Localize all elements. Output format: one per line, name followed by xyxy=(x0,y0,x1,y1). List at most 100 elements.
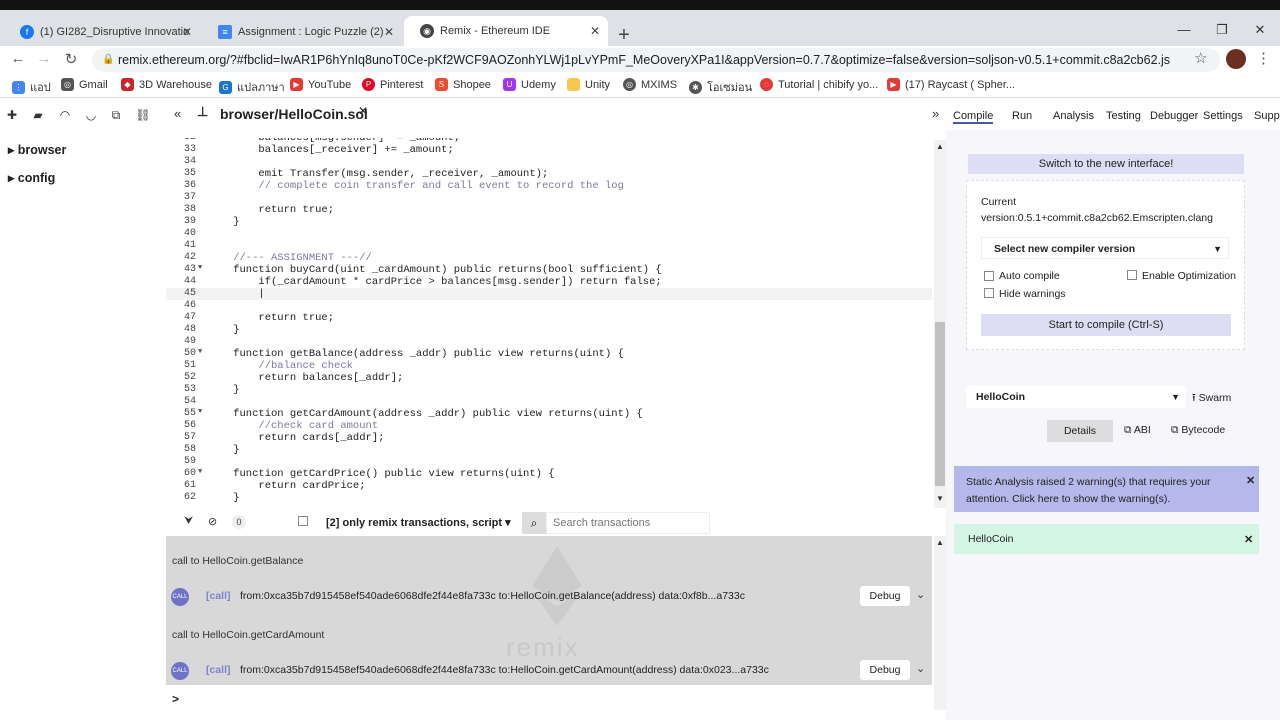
code-editor[interactable]: 32 balances[msg.sender] -= _amount;33 ba… xyxy=(166,138,932,508)
code-line[interactable]: 62 } xyxy=(166,492,932,504)
browser-tab-facebook[interactable]: f (1) GI282_Disruptive Innovation_ ✕ xyxy=(4,18,200,46)
new-tab-button[interactable]: + xyxy=(614,24,634,47)
code-line[interactable]: 45 | xyxy=(166,288,932,300)
maximize-icon[interactable]: ❐ xyxy=(1210,22,1234,38)
menu-icon[interactable]: ⋮ xyxy=(1256,49,1271,67)
close-icon[interactable]: ✕ xyxy=(358,104,368,118)
reload-icon[interactable]: ↻ xyxy=(61,50,81,68)
code-line[interactable]: 46 xyxy=(166,300,932,312)
bookmark-tutorial[interactable]: ◌ Tutorial | chibify yo... xyxy=(760,78,878,91)
browser-tab-remix[interactable]: ◉ Remix - Ethereum IDE ✕ xyxy=(404,16,608,46)
code-line[interactable]: 56 //check card amount xyxy=(166,420,932,432)
create-file-icon[interactable]: ✚ xyxy=(4,108,20,122)
bookmark-unity[interactable]: Unity xyxy=(567,78,610,91)
code-line[interactable]: 39 } xyxy=(166,216,932,228)
code-line[interactable]: 42 //--- ASSIGNMENT ---// xyxy=(166,252,932,264)
tab-run[interactable]: Run xyxy=(1012,110,1032,122)
code-line[interactable]: 35 emit Transfer(msg.sender, _receiver, … xyxy=(166,168,932,180)
debug-button[interactable]: Debug xyxy=(860,660,910,680)
code-line[interactable]: 34 xyxy=(166,156,932,168)
bookmark-udemy[interactable]: U Udemy xyxy=(503,78,556,91)
bookmark-gmail[interactable]: ◎ Gmail xyxy=(61,78,108,91)
search-transactions-input[interactable] xyxy=(546,512,710,534)
code-line[interactable]: 44 if(_cardAmount * cardPrice > balances… xyxy=(166,276,932,288)
tab-debugger[interactable]: Debugger xyxy=(1150,110,1198,122)
code-line[interactable]: 61 return cardPrice; xyxy=(166,480,932,492)
editor-scroll-thumb[interactable] xyxy=(935,322,945,486)
scroll-down-icon[interactable]: ▼ xyxy=(936,494,944,503)
code-line[interactable]: 52 return balances[_addr]; xyxy=(166,372,932,384)
listen-network-checkbox[interactable] xyxy=(298,516,308,526)
close-icon[interactable]: ✕ xyxy=(1244,533,1253,546)
clear-console-icon[interactable]: ⊘ xyxy=(208,515,217,528)
pin-icon[interactable]: ⊥ xyxy=(197,104,208,120)
bookmark-osemon[interactable]: ✱ โอเซม่อน xyxy=(689,78,752,96)
tab-analysis[interactable]: Analysis xyxy=(1053,110,1094,122)
editor-tab[interactable]: browser/HelloCoin.sol xyxy=(220,106,368,122)
abi-button[interactable]: ⧉ ABI xyxy=(1124,424,1151,437)
code-line[interactable]: 40 xyxy=(166,228,932,240)
scroll-up-icon[interactable]: ▲ xyxy=(936,142,944,151)
bookmark-translate[interactable]: G แปลภาษา xyxy=(219,78,285,96)
fold-icon[interactable]: ▼ xyxy=(198,468,202,476)
tab-support[interactable]: Suppo xyxy=(1254,110,1280,122)
hide-warnings-checkbox[interactable] xyxy=(984,288,994,298)
tab-compile[interactable]: Compile xyxy=(953,110,994,124)
compiler-version-select[interactable]: Select new compiler version ▼ xyxy=(981,237,1229,259)
collapse-left-icon[interactable]: « xyxy=(174,106,181,121)
scroll-up-icon[interactable]: ▲ xyxy=(936,538,944,547)
code-line[interactable]: 51 //balance check xyxy=(166,360,932,372)
compile-button[interactable]: Start to compile (Ctrl-S) xyxy=(981,314,1231,336)
enable-optimization-checkbox[interactable] xyxy=(1127,270,1137,280)
copy-icon[interactable]: ⧉ xyxy=(108,108,124,123)
code-line[interactable]: 38 return true; xyxy=(166,204,932,216)
fold-icon[interactable]: ▼ xyxy=(198,408,202,416)
bookmark-3d-warehouse[interactable]: ◆ 3D Warehouse xyxy=(121,78,212,91)
bookmark-raycast[interactable]: ▶ (17) Raycast ( Spher... xyxy=(887,78,1015,91)
back-icon[interactable]: ← xyxy=(8,50,28,67)
code-line[interactable]: 47 return true; xyxy=(166,312,932,324)
window-close-icon[interactable]: ✕ xyxy=(1248,22,1272,38)
transaction-row[interactable]: CALL [call] from:0xca35b7d915458ef540ade… xyxy=(166,583,932,611)
auto-compile-checkbox[interactable] xyxy=(984,271,994,281)
swarm-button[interactable]: ⭱ Swarm xyxy=(1192,390,1231,408)
browser-tab-docs[interactable]: ≡ Assignment : Logic Puzzle (2) - G ✕ xyxy=(202,18,402,46)
avatar[interactable] xyxy=(1226,49,1246,69)
fold-icon[interactable]: ▼ xyxy=(198,348,202,356)
transaction-filter-select[interactable]: [2] only remix transactions, script ▾ xyxy=(316,512,514,534)
open-folder-icon[interactable]: ▰ xyxy=(30,108,46,122)
folder-config[interactable]: ▸ config xyxy=(8,170,55,185)
folder-browser[interactable]: ▸ browser xyxy=(8,142,66,157)
gist-icon[interactable]: ◡ xyxy=(83,108,99,122)
transaction-row[interactable]: CALL [call] from:0xca35b7d915458ef540ade… xyxy=(166,657,932,685)
close-icon[interactable]: ✕ xyxy=(182,25,192,39)
code-line[interactable]: 57 return cards[_addr]; xyxy=(166,432,932,444)
static-analysis-warning[interactable]: Static Analysis raised 2 warning(s) that… xyxy=(954,466,1259,512)
close-icon[interactable]: ✕ xyxy=(384,25,394,39)
code-line[interactable]: 59 xyxy=(166,456,932,468)
bookmark-shopee[interactable]: S Shopee xyxy=(435,78,491,91)
code-line[interactable]: 58 } xyxy=(166,444,932,456)
tab-settings[interactable]: Settings xyxy=(1203,110,1243,122)
terminal-prompt[interactable]: > xyxy=(172,692,179,706)
star-icon[interactable]: ☆ xyxy=(1194,49,1207,67)
toggle-terminal-icon[interactable]: ⮟ xyxy=(184,515,193,528)
code-line[interactable]: 41 xyxy=(166,240,932,252)
chevron-down-icon[interactable]: ⌄ xyxy=(916,662,925,675)
forward-icon[interactable]: → xyxy=(34,50,54,67)
code-line[interactable]: 33 balances[_receiver] += _amount; xyxy=(166,144,932,156)
code-line[interactable]: 54 xyxy=(166,396,932,408)
details-button[interactable]: Details xyxy=(1047,420,1113,442)
code-line[interactable]: 53 } xyxy=(166,384,932,396)
bookmark-pinterest[interactable]: P Pinterest xyxy=(362,78,423,91)
bookmark-mxims[interactable]: ◎ MXIMS xyxy=(623,78,677,91)
close-icon[interactable]: ✕ xyxy=(590,24,600,38)
chevron-down-icon[interactable]: ⌄ xyxy=(916,588,925,601)
contract-select[interactable]: HelloCoin ▼ xyxy=(966,386,1186,408)
bytecode-button[interactable]: ⧉ Bytecode xyxy=(1171,424,1225,437)
code-line[interactable]: 36 // complete coin transfer and call ev… xyxy=(166,180,932,192)
collapse-right-icon[interactable]: » xyxy=(932,106,939,121)
code-line[interactable]: 55 ▼ function getCardAmount(address _addr… xyxy=(166,408,932,420)
code-line[interactable]: 48 } xyxy=(166,324,932,336)
link-icon[interactable]: ⛓ xyxy=(135,108,151,122)
